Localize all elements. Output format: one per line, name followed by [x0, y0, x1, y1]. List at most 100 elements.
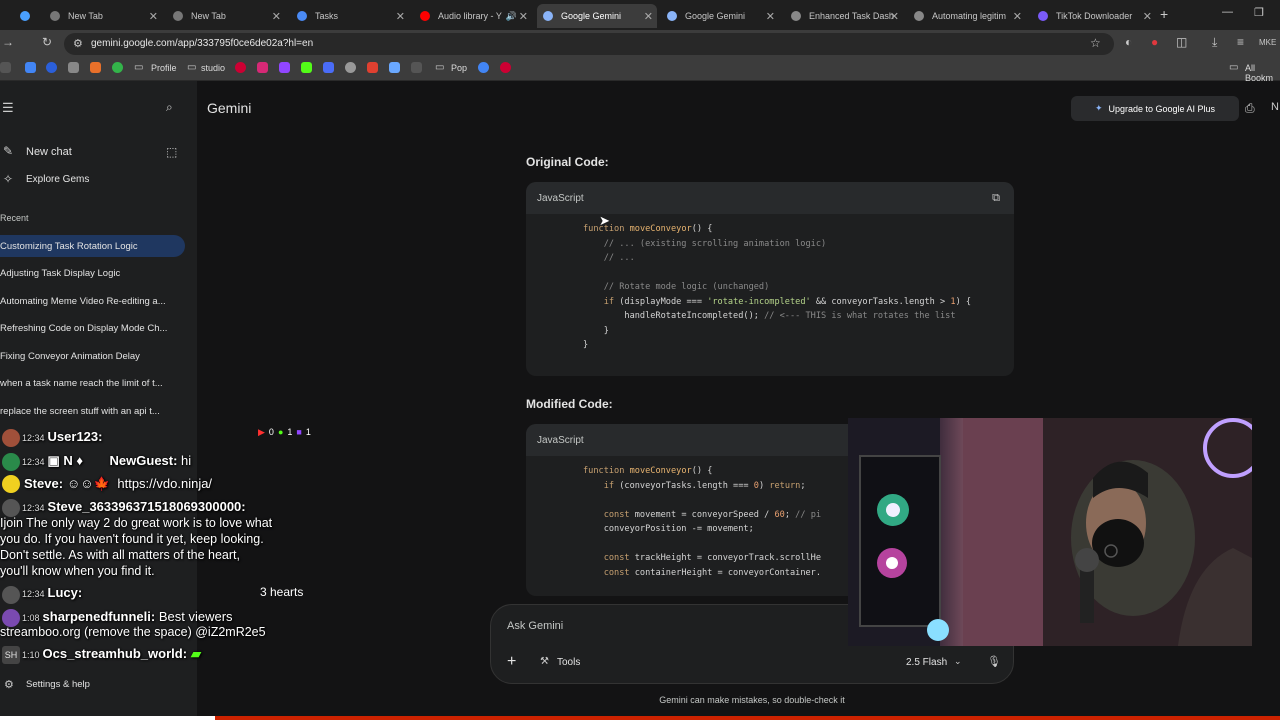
profile-avatar-icon[interactable]: MKE: [1259, 38, 1276, 47]
model-selector[interactable]: 2.5 Flash: [906, 657, 947, 668]
extensions-puzzle-icon[interactable]: ◫: [1176, 35, 1187, 49]
bookmark-icon[interactable]: [0, 62, 11, 73]
bookmark-green-icon[interactable]: [112, 62, 123, 73]
back-arrow-icon[interactable]: →: [2, 35, 14, 49]
recent-chat-item[interactable]: Fixing Conveyor Animation Delay: [0, 351, 180, 362]
tab-automating[interactable]: Automating legitim ✕: [908, 4, 1026, 28]
tab-label: Automating legitim: [932, 11, 1007, 21]
bookmark-brave-icon[interactable]: [90, 62, 101, 73]
tab-google-gemini-active[interactable]: Google Gemini ✕: [537, 4, 657, 28]
bookmark-youtube-icon[interactable]: [500, 62, 511, 73]
site-info-icon[interactable]: ⚙: [73, 37, 83, 50]
close-tab-icon[interactable]: ✕: [1143, 10, 1152, 23]
tab-audio-library[interactable]: Audio library - Y 🔊 ✕: [414, 4, 532, 28]
chat-text: Ijoin The only way 2 do great work is to…: [0, 516, 273, 530]
extension-red-icon[interactable]: ●: [1151, 35, 1158, 49]
bookmark-gemini-icon[interactable]: [389, 62, 400, 73]
tab-google-gemini[interactable]: Google Gemini ✕: [661, 4, 779, 28]
upgrade-button[interactable]: ✦ Upgrade to Google AI Plus: [1071, 96, 1239, 121]
hamburger-menu-icon[interactable]: ☰: [2, 100, 14, 116]
bookmark-icon[interactable]: [68, 62, 79, 73]
extension-toggle-icon[interactable]: ◐: [1125, 35, 1132, 49]
close-tab-icon[interactable]: ✕: [1013, 10, 1022, 23]
recent-chat-item[interactable]: Refreshing Code on Display Mode Ch...: [0, 323, 180, 334]
settings-help-button[interactable]: Settings & help: [26, 679, 206, 690]
profile-icon[interactable]: N: [1271, 101, 1279, 113]
chat-message: 12:34 ▣ N ♦ NewGuest: hi: [0, 453, 191, 469]
tools-button[interactable]: Tools: [557, 657, 580, 668]
original-code-title: Original Code:: [526, 155, 609, 169]
bookmark-icon[interactable]: [367, 62, 378, 73]
close-tab-icon[interactable]: ✕: [766, 10, 775, 23]
add-plus-icon[interactable]: +: [507, 653, 516, 671]
chat-user: User123:: [47, 429, 103, 444]
bookmark-kick-icon[interactable]: [301, 62, 312, 73]
bookmark-icon[interactable]: [478, 62, 489, 73]
speaker-icon[interactable]: 🔊: [506, 11, 517, 22]
microphone-icon[interactable]: 🎙: [987, 655, 1001, 668]
app-title[interactable]: Gemini: [207, 100, 251, 116]
close-tab-icon[interactable]: ✕: [396, 10, 405, 23]
emote-icon: ▰: [191, 646, 202, 661]
chat-time: 1:08: [22, 613, 40, 623]
recent-chat-item[interactable]: Customizing Task Rotation Logic: [0, 241, 180, 252]
original-code-text: function moveConveyor() { // ... (existi…: [583, 224, 972, 350]
bookmark-profile[interactable]: Profile: [151, 63, 177, 73]
bookmark-youtube-icon[interactable]: [235, 62, 246, 73]
close-tab-icon[interactable]: ✕: [890, 10, 899, 23]
tab-new-tab-2[interactable]: New Tab ✕: [167, 4, 285, 28]
recent-chat-item[interactable]: when a task name reach the limit of t...: [0, 378, 180, 389]
tab-label: TikTok Downloader: [1056, 11, 1133, 21]
prompt-input[interactable]: Ask Gemini: [507, 620, 563, 632]
bottom-bar-accent: [215, 716, 1280, 720]
close-tab-icon[interactable]: ✕: [644, 10, 653, 23]
menu-lines-icon[interactable]: ≡: [1237, 35, 1244, 49]
chat-time: 12:34: [22, 433, 45, 443]
bookmark-star-icon[interactable]: ☆: [1090, 36, 1101, 50]
tab-label: Google Gemini: [685, 11, 746, 21]
new-tab-plus-icon[interactable]: +: [1160, 6, 1168, 22]
tab-tiktok-downloader[interactable]: TikTok Downloader ✕: [1032, 4, 1156, 28]
close-tab-icon[interactable]: ✕: [519, 10, 528, 23]
tab-enhanced-task-dash[interactable]: Enhanced Task Dash ✕: [785, 4, 903, 28]
explore-gems-button[interactable]: Explore Gems: [26, 174, 206, 185]
bookmark-studio[interactable]: studio: [201, 63, 225, 73]
minimize-window-icon[interactable]: —: [1222, 6, 1233, 18]
recent-chat-item[interactable]: Adjusting Task Display Logic: [0, 268, 180, 279]
copy-code-icon[interactable]: ⧉: [992, 192, 1000, 205]
new-chat-button[interactable]: New chat: [26, 146, 206, 158]
download-icon[interactable]: ⤓: [1212, 35, 1217, 50]
tab-favicon-icon: [50, 11, 60, 21]
address-bar[interactable]: ⚙ gemini.google.com/app/333795f0ce6de02a…: [64, 33, 1114, 55]
recent-chat-item[interactable]: replace the screen stuff with an api t..…: [0, 406, 180, 417]
bookmark-docs-icon[interactable]: [323, 62, 334, 73]
reload-icon[interactable]: ↻: [42, 35, 52, 49]
maximize-window-icon[interactable]: ❐: [1254, 6, 1264, 19]
bookmark-google-icon[interactable]: [25, 62, 36, 73]
canvas-icon[interactable]: ⎙: [1245, 101, 1255, 116]
disclaimer-text: Gemini can make mistakes, so double-chec…: [659, 695, 845, 705]
chat-message: 12:34 User123:: [0, 429, 102, 444]
recent-chat-item[interactable]: Automating Meme Video Re-editing a...: [0, 296, 180, 307]
bookmark-twitch-icon[interactable]: [279, 62, 290, 73]
folder-icon: ▭: [435, 62, 445, 73]
tab-tasks[interactable]: Tasks ✕: [291, 4, 409, 28]
tab-label: Audio library - Y: [438, 11, 502, 21]
bookmark-instagram-icon[interactable]: [257, 62, 268, 73]
chevron-down-icon[interactable]: ⌄: [954, 656, 962, 667]
tab-favicon-icon: [297, 11, 307, 21]
bookmark-pop[interactable]: Pop: [451, 63, 467, 73]
bookmark-icon[interactable]: [411, 62, 422, 73]
search-icon[interactable]: ⌕: [166, 100, 173, 115]
tab-pinned[interactable]: [14, 4, 44, 28]
chat-text: Don't settle. As with all matters of the…: [0, 548, 240, 562]
chat-counters: ▶ 0 ● 1 ■ 1: [258, 427, 311, 438]
all-bookmarks[interactable]: All Bookm: [1245, 63, 1280, 83]
temporary-chat-icon[interactable]: ⬚: [166, 145, 177, 159]
close-tab-icon[interactable]: ✕: [149, 10, 158, 23]
youtube-count: 0: [268, 427, 274, 437]
bookmark-c-icon[interactable]: [46, 62, 57, 73]
tab-new-tab-1[interactable]: New Tab ✕: [44, 4, 162, 28]
bookmark-globe-icon[interactable]: [345, 62, 356, 73]
close-tab-icon[interactable]: ✕: [272, 10, 281, 23]
